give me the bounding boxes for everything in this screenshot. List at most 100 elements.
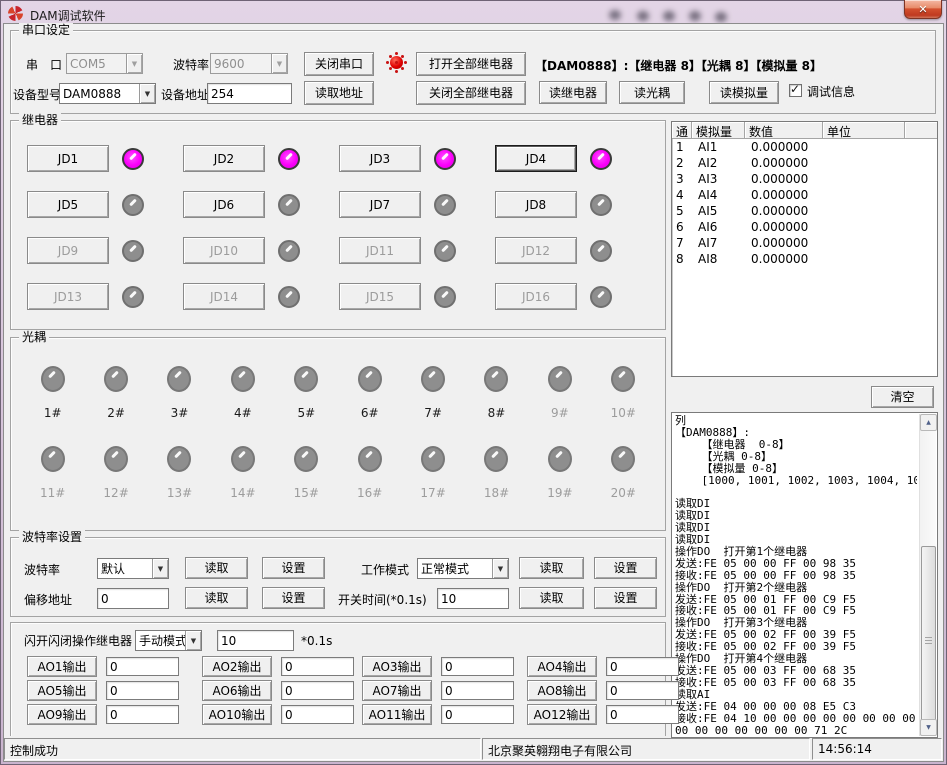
analog-output-input[interactable]	[106, 705, 179, 724]
table-row[interactable]: 6 AI6 0.000000	[672, 219, 937, 235]
cell-value: 0.000000	[745, 139, 823, 155]
analog-output-button[interactable]: AO3输出	[362, 656, 432, 677]
open-all-relays-button[interactable]: 打开全部继电器	[416, 52, 526, 76]
analog-output-button[interactable]: AO9输出	[27, 704, 97, 725]
log-line: 发送:FE 05 00 00 FF 00 98 35	[675, 558, 917, 570]
opto-channel-label: 5#	[297, 406, 315, 420]
analog-output-input[interactable]	[106, 657, 179, 676]
table-row[interactable]: 2 AI2 0.000000	[672, 155, 937, 171]
relay-grid: JD1 JD2 JD3 JD4 JD5 JD6 JD7 JD8	[27, 145, 651, 310]
relay-button[interactable]: JD1	[27, 145, 109, 172]
relay-button[interactable]: JD2	[183, 145, 265, 172]
relay-button[interactable]: JD10	[183, 237, 265, 264]
table-row[interactable]: 5 AI5 0.000000	[672, 203, 937, 219]
switch-time-set-button[interactable]: 设置	[594, 587, 657, 609]
analog-output-cell: AO6输出	[202, 680, 362, 701]
relay-button[interactable]: JD14	[183, 283, 265, 310]
analog-output-button[interactable]: AO2输出	[202, 656, 272, 677]
log-scrollbar[interactable]: ▲ ▼	[919, 414, 936, 736]
com-port-select[interactable]: COM5 ▼	[66, 53, 143, 74]
cell-unit	[823, 139, 905, 155]
analog-output-input[interactable]	[441, 705, 514, 724]
table-row[interactable]: 7 AI7 0.000000	[672, 235, 937, 251]
table-row[interactable]: 8 AI8 0.000000	[672, 251, 937, 267]
opto-led-indicator	[484, 446, 508, 472]
analog-output-cell: AO8输出	[527, 680, 679, 701]
work-mode-label: 工作模式	[361, 563, 409, 577]
read-address-button[interactable]: 读取地址	[304, 81, 374, 105]
relay-button[interactable]: JD11	[339, 237, 421, 264]
switch-time-read-button[interactable]: 读取	[519, 587, 584, 609]
table-header-cell[interactable]	[905, 122, 937, 139]
read-relays-button[interactable]: 读继电器	[539, 81, 607, 104]
baud-set-label: 波特率	[24, 563, 60, 577]
analog-output-grid: AO1输出 AO2输出 AO3输出 AO4输出 AO5输出 AO6输出 AO7输…	[27, 656, 659, 725]
opto-channel-label: 2#	[107, 406, 125, 420]
relay-button[interactable]: JD16	[495, 283, 577, 310]
analog-output-input[interactable]	[281, 681, 354, 700]
read-analog-button[interactable]: 读模拟量	[709, 81, 779, 104]
analog-output-button[interactable]: AO7输出	[362, 680, 432, 701]
analog-output-button[interactable]: AO1输出	[27, 656, 97, 677]
relay-button[interactable]: JD4	[495, 145, 577, 172]
read-opto-button[interactable]: 读光耦	[619, 81, 685, 104]
relay-button[interactable]: JD5	[27, 191, 109, 218]
analog-output-button[interactable]: AO4输出	[527, 656, 597, 677]
relay-button[interactable]: JD3	[339, 145, 421, 172]
device-address-input[interactable]	[207, 83, 292, 104]
analog-output-input[interactable]	[281, 657, 354, 676]
baud-set-select[interactable]: 默认 ▼	[97, 558, 169, 579]
baud-read-button[interactable]: 读取	[185, 557, 248, 579]
analog-output-button[interactable]: AO5输出	[27, 680, 97, 701]
table-header-cell[interactable]: 模拟量	[692, 122, 745, 139]
analog-output-button[interactable]: AO6输出	[202, 680, 272, 701]
offset-read-button[interactable]: 读取	[185, 587, 248, 609]
analog-output-button[interactable]: AO11输出	[362, 704, 432, 725]
flash-time-input[interactable]	[217, 630, 294, 651]
work-mode-set-button[interactable]: 设置	[594, 557, 657, 579]
close-serial-port-button[interactable]: 关闭串口	[304, 52, 374, 76]
close-all-relays-button[interactable]: 关闭全部继电器	[416, 81, 526, 105]
debug-info-checkbox[interactable]: ✓	[789, 84, 802, 97]
analog-output-input[interactable]	[106, 681, 179, 700]
analog-output-button[interactable]: AO10输出	[202, 704, 272, 725]
table-header-cell[interactable]: 通	[672, 122, 692, 139]
table-row[interactable]: 4 AI4 0.000000	[672, 187, 937, 203]
analog-output-button[interactable]: AO8输出	[527, 680, 597, 701]
work-mode-select[interactable]: 正常模式 ▼	[417, 558, 509, 579]
table-row[interactable]: 1 AI1 0.000000	[672, 139, 937, 155]
flash-time-unit-label: *0.1s	[301, 634, 332, 648]
analog-output-input[interactable]	[606, 657, 679, 676]
work-mode-read-button[interactable]: 读取	[519, 557, 584, 579]
table-header-cell[interactable]: 数值	[745, 122, 823, 139]
analog-output-input[interactable]	[281, 705, 354, 724]
offset-address-input[interactable]	[97, 588, 169, 609]
analog-output-input[interactable]	[606, 681, 679, 700]
cell-value: 0.000000	[745, 187, 823, 203]
analog-output-input[interactable]	[441, 657, 514, 676]
table-row[interactable]: 3 AI3 0.000000	[672, 171, 937, 187]
relay-button[interactable]: JD6	[183, 191, 265, 218]
scrollbar-thumb[interactable]	[921, 546, 936, 736]
baud-set-button[interactable]: 设置	[262, 557, 325, 579]
baud-rate-select[interactable]: 9600 ▼	[210, 53, 288, 74]
clear-log-button[interactable]: 清空	[871, 386, 934, 408]
relay-button[interactable]: JD9	[27, 237, 109, 264]
device-model-select[interactable]: DAM0888 ▼	[59, 83, 156, 104]
close-button[interactable]: ✕	[904, 0, 942, 19]
relay-button[interactable]: JD8	[495, 191, 577, 218]
analog-output-input[interactable]	[441, 681, 514, 700]
relay-button[interactable]: JD15	[339, 283, 421, 310]
scroll-up-icon[interactable]: ▲	[920, 414, 937, 431]
relay-button[interactable]: JD13	[27, 283, 109, 310]
relay-button[interactable]: JD7	[339, 191, 421, 218]
table-header-cell[interactable]: 单位	[823, 122, 905, 139]
opto-cell: 7#	[421, 366, 445, 420]
offset-set-button[interactable]: 设置	[262, 587, 325, 609]
flash-mode-select[interactable]: 手动模式 ▼	[135, 630, 202, 651]
analog-output-input[interactable]	[606, 705, 679, 724]
relay-button[interactable]: JD12	[495, 237, 577, 264]
switch-time-input[interactable]	[437, 588, 509, 609]
scroll-down-icon[interactable]: ▼	[920, 719, 937, 736]
analog-output-button[interactable]: AO12输出	[527, 704, 597, 725]
